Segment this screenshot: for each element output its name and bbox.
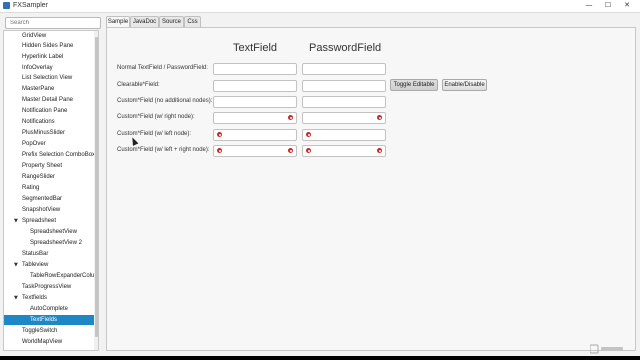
tree-item-spreadsheetview-2[interactable]: SpreadsheetView 2 [30,238,82,248]
tab-sample[interactable]: Sample [106,16,130,27]
column-heading-textfield: TextField [233,42,278,54]
tree-item-notification-pane[interactable]: Notification Pane [22,106,67,116]
tree-item-masterpane[interactable]: MasterPane [22,84,54,94]
tree-item-label: Tableview [22,262,49,268]
column-heading-passwordfield: PasswordField [309,42,382,54]
shield-icon [377,115,382,120]
tree-item-master-detail-pane[interactable]: Master Detail Pane [22,95,73,105]
sidebar: GridView Hidden Sides Pane Hyperlink Lab… [3,15,101,351]
tree-item-property-sheet[interactable]: Property Sheet [22,161,62,171]
sample-content-pane [106,27,636,351]
tree-item-tableview[interactable]: ▼ Tableview [14,260,48,270]
tree-item-notifications[interactable]: Notifications [22,117,55,127]
tree-item-popover[interactable]: PopOver [22,139,46,149]
expand-arrow-icon[interactable]: ▼ [14,260,22,270]
tree-item-label: Textfields [22,295,48,301]
tree-item-infooverlay[interactable]: InfoOverlay [22,63,53,73]
tree-item-hyperlink-label[interactable]: Hyperlink Label [22,52,63,62]
tree-item-statusbar[interactable]: StatusBar [22,249,48,259]
close-icon[interactable]: ✕ [620,0,634,11]
shield-icon [217,132,222,137]
shield-icon [288,115,293,120]
toggle-editable-button[interactable]: Toggle Editable [390,79,438,91]
tree-scrollbar[interactable] [94,31,98,350]
tree-item-list-selection-view[interactable]: List Selection View [22,73,72,83]
tree-item-prefix-selection-combobox[interactable]: Prefix Selection ComboBox/C [22,150,98,160]
normal-textfield[interactable] [213,63,297,75]
tree-item-hidden-sides-pane[interactable]: Hidden Sides Pane [22,41,73,51]
tree-item-textfields-group[interactable]: ▼ Textfields [14,293,47,303]
tree-item-worldmapview[interactable]: WorldMapView [22,337,62,347]
samples-tree: GridView Hidden Sides Pane Hyperlink Lab… [3,30,99,351]
tree-item-plusminusslider[interactable]: PlusMinusSlider [22,128,65,138]
tree-item-spreadsheetview[interactable]: SpreadsheetView [30,227,77,237]
row-label-normal: Normal TextField / PasswordField: [117,65,208,71]
tree-item-rangeslider[interactable]: RangeSlider [22,172,55,182]
tab-source[interactable]: Source [159,16,184,27]
normal-passwordfield[interactable] [302,63,386,75]
expand-arrow-icon[interactable]: ▼ [14,216,22,226]
tree-item-label: Spreadsheet [22,218,57,224]
custom-passwordfield-left-right-nodes[interactable] [302,145,386,157]
shield-icon [217,148,222,153]
enable-disable-button[interactable]: Enable/Disable [442,79,487,91]
tree-item-tablerowexpandercolumn[interactable]: TableRowExpanderColum [30,271,98,281]
shield-icon [377,148,382,153]
tree-item-rating[interactable]: Rating [22,183,39,193]
watermark-logo-icon [590,344,623,354]
app-window: FXSampler — ☐ ✕ GridView Hidden Sides Pa… [0,0,640,356]
row-label-custom-no-nodes: Custom*Field (no additional nodes): [117,98,213,104]
clearable-passwordfield[interactable] [302,80,386,92]
custom-textfield-left-right-nodes[interactable] [213,145,297,157]
tree-item-snapshotview[interactable]: SnapshotView [22,205,60,215]
custom-textfield-left-node[interactable] [213,129,297,141]
custom-textfield-right-node[interactable] [213,112,297,124]
tab-css[interactable]: Css [184,16,201,27]
shield-icon [306,132,311,137]
title-bar: FXSampler — ☐ ✕ [0,0,640,13]
custom-textfield-no-nodes[interactable] [213,96,297,108]
tab-javadoc[interactable]: JavaDoc [130,16,159,27]
minimize-icon[interactable]: — [582,0,596,11]
row-label-custom-left-right: Custom*Field (w/ left + right node): [117,147,210,153]
row-label-custom-left: Custom*Field (w/ left node): [117,131,192,137]
row-label-custom-right: Custom*Field (w/ right node): [117,114,195,120]
tree-item-gridview[interactable]: GridView [22,31,46,41]
maximize-icon[interactable]: ☐ [601,0,615,11]
expand-arrow-icon[interactable]: ▼ [14,293,22,303]
shield-icon [288,148,293,153]
tree-item-textfields-selected[interactable]: TextFields [4,315,94,325]
custom-passwordfield-no-nodes[interactable] [302,96,386,108]
shield-icon [306,148,311,153]
custom-passwordfield-left-node[interactable] [302,129,386,141]
tree-item-spreadsheet[interactable]: ▼ Spreadsheet [14,216,56,226]
row-label-clearable: Clearable*Field: [117,82,160,88]
tree-item-taskprogressview[interactable]: TaskProgressView [22,282,71,292]
tree-scrollbar-thumb[interactable] [94,37,98,337]
window-title: FXSampler [13,2,49,9]
custom-passwordfield-right-node[interactable] [302,112,386,124]
tree-item-segmentedbar[interactable]: SegmentedBar [22,194,62,204]
search-input[interactable] [5,17,101,29]
clearable-textfield[interactable] [213,80,297,92]
tree-item-autocomplete[interactable]: AutoComplete [30,304,68,314]
tree-item-toggleswitch[interactable]: ToggleSwitch [22,326,57,336]
app-icon [3,2,10,9]
